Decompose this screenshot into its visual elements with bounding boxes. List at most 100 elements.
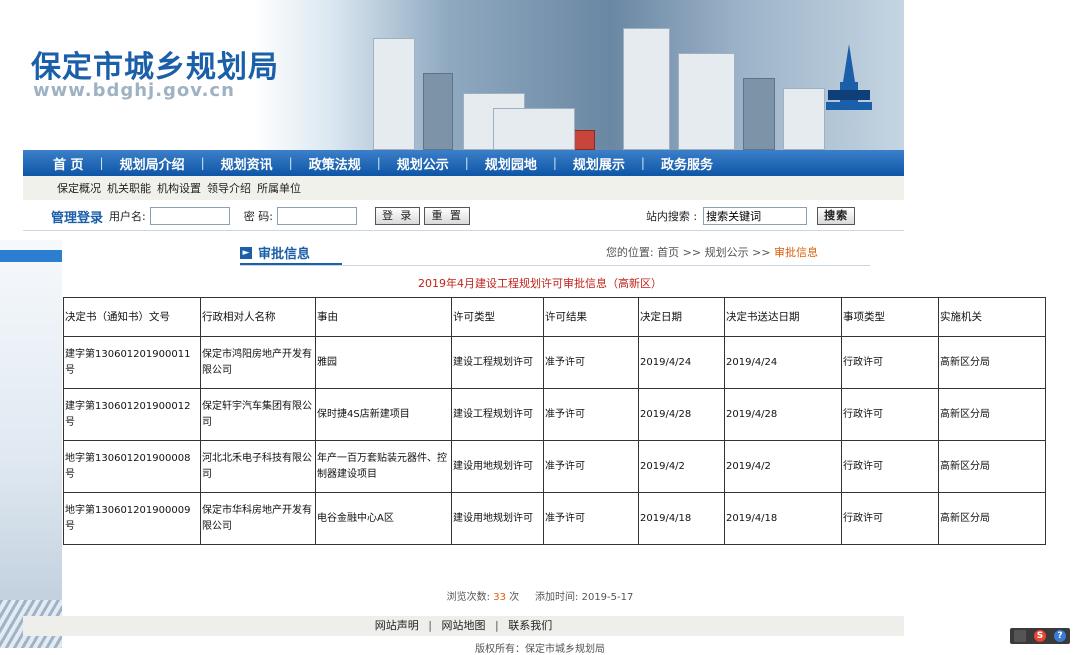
table-cell: 2019/4/2 (638, 440, 725, 493)
nav-item-planning-exhibit[interactable]: 规划展示 (573, 154, 625, 173)
table-cell: 行政许可 (841, 440, 939, 493)
table-cell: 河北北禾电子科技有限公司 (200, 440, 316, 493)
username-label: 用户名: (109, 210, 146, 223)
site-url: www.bdghj.gov.cn (33, 80, 235, 101)
table-cell: 电谷金融中心A区 (315, 492, 452, 545)
table-cell: 行政许可 (841, 388, 939, 441)
login-button[interactable]: 登 录 (374, 207, 421, 225)
nav-item-planning-notice[interactable]: 规划公示 (397, 154, 449, 173)
nav-separator: | (464, 156, 469, 170)
added-date: 2019-5-17 (581, 592, 634, 603)
section-title-underline (240, 263, 342, 265)
nav-item-government-services[interactable]: 政务服务 (661, 154, 713, 173)
help-icon[interactable]: ? (1054, 630, 1066, 642)
table-cell: 高新区分局 (938, 388, 1046, 441)
password-input[interactable] (276, 207, 357, 225)
left-decoration (0, 240, 62, 648)
table-header-cell: 许可类型 (451, 297, 544, 337)
table-row: 建字第130601201900011号 保定市鸿阳房地产开发有限公司 雅园 建设… (63, 336, 1046, 389)
table-cell: 高新区分局 (938, 336, 1046, 389)
username-input[interactable] (149, 207, 230, 225)
views-label: 浏览次数: (446, 592, 491, 603)
sub-nav: 保定概况 机关职能 机构设置 领导介绍 所属单位 (23, 176, 904, 200)
subnav-item-structure[interactable]: 机构设置 (157, 180, 201, 196)
views-unit: 次 (509, 592, 520, 603)
breadcrumb-path[interactable]: 您的位置: 首页 >> 规划公示 >> (606, 246, 774, 259)
table-header-cell: 事由 (315, 297, 452, 337)
footer-link-statement[interactable]: 网站声明 (375, 619, 419, 632)
footer-links-bar: 网站声明 | 网站地图 | 联系我们 (23, 616, 904, 636)
s-app-icon[interactable]: S (1034, 630, 1046, 642)
nav-separator: | (288, 156, 293, 170)
table-header-row: 决定书（通知书）文号 行政相对人名称 事由 许可类型 许可结果 决定日期 决定书… (63, 297, 1046, 337)
table-cell: 建设用地规划许可 (451, 440, 544, 493)
table-cell: 准予许可 (543, 440, 639, 493)
nav-item-home[interactable]: 首 页 (53, 154, 84, 173)
table-cell: 准予许可 (543, 336, 639, 389)
password-label: 密 码: (243, 210, 273, 223)
table-cell: 雅园 (315, 336, 452, 389)
footer-link-sitemap[interactable]: 网站地图 (442, 619, 486, 632)
table-cell: 保定市鸿阳房地产开发有限公司 (200, 336, 316, 389)
page-wrapper: 保定市城乡规划局 www.bdghj.gov.cn 首 页 | 规划局介绍 | … (23, 0, 904, 231)
section-header: ► 审批信息 您的位置: 首页 >> 规划公示 >> 审批信息 (240, 243, 870, 266)
table-cell: 2019/4/24 (724, 336, 842, 389)
breadcrumb-current[interactable]: 审批信息 (774, 246, 818, 259)
table-cell: 2019/4/28 (724, 388, 842, 441)
table-cell: 2019/4/2 (724, 440, 842, 493)
table-header-cell: 决定书送达日期 (724, 297, 842, 337)
table-cell: 地字第130601201900008号 (63, 440, 201, 493)
login-bar: 管理登录 用户名: 密 码: 登 录 重 置 站内搜索 : 搜索 (23, 202, 904, 231)
table-cell: 建设工程规划许可 (451, 336, 544, 389)
table-header-cell: 实施机关 (938, 297, 1046, 337)
city-skyline-image (253, 0, 904, 150)
table-cell: 行政许可 (841, 336, 939, 389)
table-cell: 行政许可 (841, 492, 939, 545)
table-cell: 保定轩宇汽车集团有限公司 (200, 388, 316, 441)
nav-item-planning-news[interactable]: 规划资讯 (221, 154, 273, 173)
nav-separator: | (99, 156, 104, 170)
table-cell: 保定市华科房地产开发有限公司 (200, 492, 316, 545)
grip-icon[interactable] (1014, 630, 1026, 642)
site-search-input[interactable] (703, 207, 808, 225)
breadcrumb: 您的位置: 首页 >> 规划公示 >> 审批信息 (606, 244, 818, 260)
table-header-cell: 决定日期 (638, 297, 725, 337)
section-title: 审批信息 (258, 247, 311, 262)
footer-link-contact[interactable]: 联系我们 (508, 619, 552, 632)
table-cell: 地字第130601201900009号 (63, 492, 201, 545)
subnav-item-affiliates[interactable]: 所属单位 (257, 180, 301, 196)
main-nav: 首 页 | 规划局介绍 | 规划资讯 | 政策法规 | 规划公示 | 规划园地 … (23, 150, 904, 176)
table-header-cell: 决定书（通知书）文号 (63, 297, 201, 337)
subnav-item-overview[interactable]: 保定概况 (57, 180, 101, 196)
subnav-item-functions[interactable]: 机关职能 (107, 180, 151, 196)
site-search-label: 站内搜索 : (645, 210, 698, 223)
reset-button[interactable]: 重 置 (424, 207, 470, 225)
approval-table: 决定书（通知书）文号 行政相对人名称 事由 许可类型 许可结果 决定日期 决定书… (63, 297, 1046, 545)
page-stats: 浏览次数: 33 次 添加时间: 2019-5-17 (0, 588, 1080, 603)
table-cell: 准予许可 (543, 388, 639, 441)
subnav-item-leaders[interactable]: 领导介绍 (207, 180, 251, 196)
search-button[interactable]: 搜索 (817, 207, 856, 225)
left-accent-bar (0, 250, 62, 262)
table-cell: 保时捷4S店新建项目 (315, 388, 452, 441)
nav-item-planning-garden[interactable]: 规划园地 (485, 154, 537, 173)
table-cell: 年产一百万套贴装元器件、控制器建设项目 (315, 440, 452, 493)
nav-separator: | (200, 156, 205, 170)
table-cell: 高新区分局 (938, 492, 1046, 545)
table-cell: 2019/4/28 (638, 388, 725, 441)
nav-item-policies[interactable]: 政策法规 (309, 154, 361, 173)
table-header-cell: 事项类型 (841, 297, 939, 337)
table-header-cell: 行政相对人名称 (200, 297, 316, 337)
system-tray: S ? (1010, 628, 1070, 644)
added-label: 添加时间: (535, 592, 579, 603)
nav-separator: | (552, 156, 557, 170)
table-cell: 建设用地规划许可 (451, 492, 544, 545)
nav-separator: | (376, 156, 381, 170)
nav-item-bureau-intro[interactable]: 规划局介绍 (120, 154, 185, 173)
document-title: 2019年4月建设工程规划许可审批信息（高新区） (418, 277, 662, 290)
table-cell: 2019/4/24 (638, 336, 725, 389)
table-cell: 2019/4/18 (724, 492, 842, 545)
login-title: 管理登录 (51, 210, 104, 226)
views-count: 33 (493, 592, 506, 603)
section-arrow-icon: ► (240, 247, 252, 259)
